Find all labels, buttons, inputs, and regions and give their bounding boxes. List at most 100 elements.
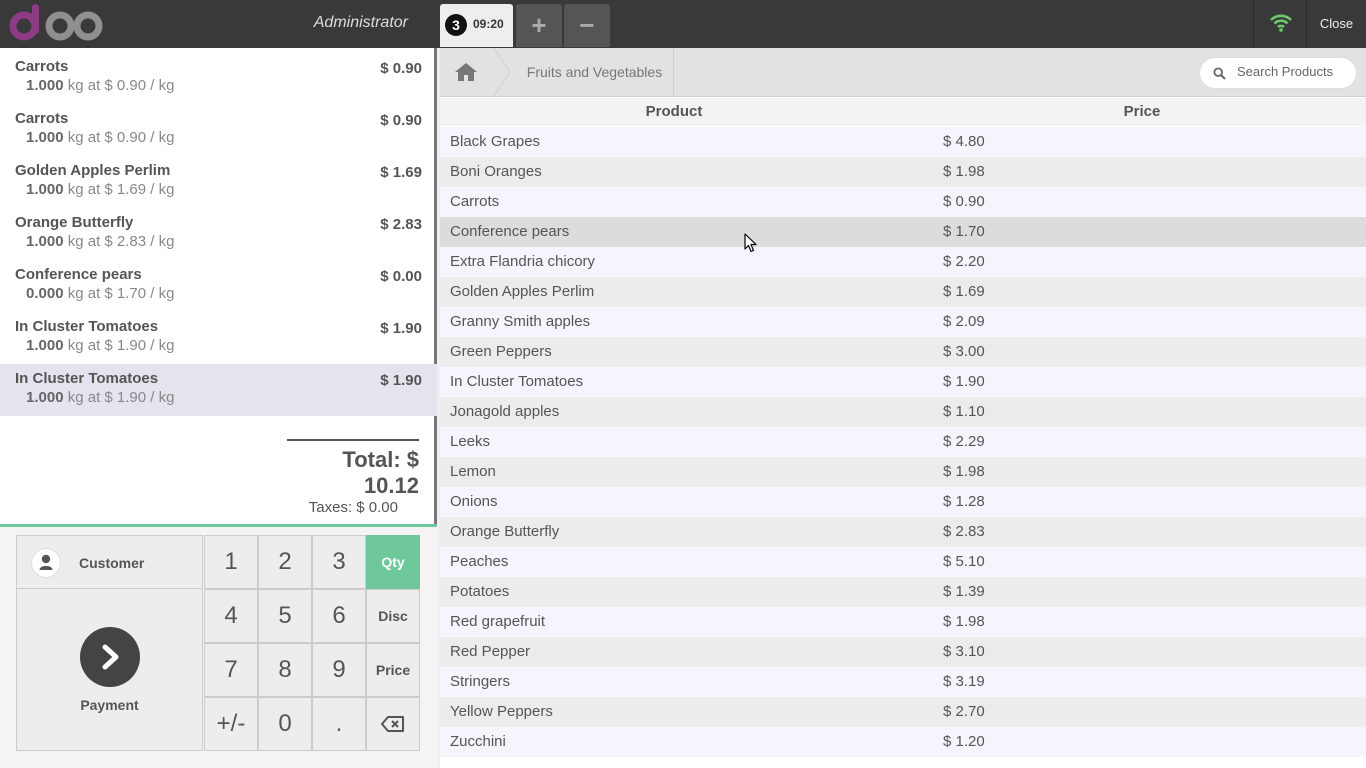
product-price: $ 1.20 [943, 733, 985, 750]
product-row[interactable]: Carrots $ 0.90 [440, 187, 1366, 217]
order-taxes: Taxes: $ 0.00 [308, 499, 398, 516]
order-time: 09:20 [473, 17, 504, 31]
numpad-key-0[interactable]: 0 [258, 697, 312, 751]
orderline[interactable]: Golden Apples Perlim $ 1.69 1.000 kg at … [0, 156, 437, 208]
numpad-key-7[interactable]: 7 [204, 643, 258, 697]
orderline-product-name: In Cluster Tomatoes [15, 318, 159, 335]
orderline-qty: 1.000 [26, 129, 64, 146]
order-pane: Carrots $ 0.90 1.000 kg at $ 0.90 / kg C… [0, 48, 437, 768]
product-name: Golden Apples Perlim [450, 283, 595, 300]
connection-status[interactable] [1253, 0, 1307, 48]
product-row[interactable]: Zucchini $ 1.20 [440, 727, 1366, 757]
product-row[interactable]: Stringers $ 3.19 [440, 667, 1366, 697]
payment-button[interactable]: Payment [16, 589, 203, 751]
product-row[interactable]: Golden Apples Perlim $ 1.69 [440, 277, 1366, 307]
home-icon [455, 63, 477, 81]
product-price: $ 3.19 [943, 673, 985, 690]
product-name: Zucchini [450, 733, 506, 750]
breadcrumb-separator [493, 48, 511, 96]
product-row[interactable]: Lemon $ 1.98 [440, 457, 1366, 487]
numpad-key-6[interactable]: 6 [312, 589, 366, 643]
orderline[interactable]: In Cluster Tomatoes $ 1.90 1.000 kg at $… [0, 312, 437, 364]
orderline-qty: 1.000 [26, 233, 64, 250]
product-row[interactable]: Yellow Peppers $ 2.70 [440, 697, 1366, 727]
product-name: Red grapefruit [450, 613, 546, 630]
customer-button[interactable]: Customer [16, 535, 203, 589]
numpad-key-2[interactable]: 2 [258, 535, 312, 589]
mode-price-button[interactable]: Price [366, 643, 420, 697]
orderline[interactable]: Conference pears $ 0.00 0.000 kg at $ 1.… [0, 260, 437, 312]
product-table-header: Product Price [440, 98, 1366, 126]
orderline-price: $ 0.90 [380, 60, 422, 77]
orderline-info: 1.000 kg at $ 0.90 / kg [26, 77, 422, 94]
breadcrumb-category[interactable]: Fruits and Vegetables [516, 48, 674, 96]
numpad-key-1[interactable]: 1 [204, 535, 258, 589]
mode-disc-button[interactable]: Disc [366, 589, 420, 643]
orderline-qty: 1.000 [26, 181, 64, 198]
product-price: $ 4.80 [943, 133, 985, 150]
product-row[interactable]: Potatoes $ 1.39 [440, 577, 1366, 607]
mouse-cursor-icon [744, 233, 757, 253]
orderline-qty: 1.000 [26, 389, 64, 406]
payment-circle [80, 627, 140, 687]
numpad-key-8[interactable]: 8 [258, 643, 312, 697]
product-price: $ 3.00 [943, 343, 985, 360]
product-price: $ 1.28 [943, 493, 985, 510]
order-summary: Total: $ 10.12 Taxes: $ 0.00 [287, 439, 419, 516]
numpad-key-9[interactable]: 9 [312, 643, 366, 697]
remove-order-button[interactable]: − [564, 4, 610, 47]
order-total: Total: $ 10.12 [342, 447, 419, 498]
product-row[interactable]: Granny Smith apples $ 2.09 [440, 307, 1366, 337]
product-price: $ 1.98 [943, 613, 985, 630]
product-row[interactable]: Red grapefruit $ 1.98 [440, 607, 1366, 637]
product-row[interactable]: Green Peppers $ 3.00 [440, 337, 1366, 367]
numpad-key-3[interactable]: 3 [312, 535, 366, 589]
control-pad: Customer Payment 1 2 3 Qty 4 5 6 Disc 7 … [0, 524, 437, 768]
product-row[interactable]: Black Grapes $ 4.80 [440, 127, 1366, 157]
add-order-button[interactable]: + [516, 4, 562, 47]
product-row[interactable]: Jonagold apples $ 1.10 [440, 397, 1366, 427]
orderline-info: 1.000 kg at $ 0.90 / kg [26, 129, 422, 146]
product-name: Black Grapes [450, 133, 541, 150]
product-row-hovered[interactable]: Conference pears $ 1.70 [440, 217, 1366, 247]
product-row[interactable]: Onions $ 1.28 [440, 487, 1366, 517]
orderline-price: $ 0.90 [380, 112, 422, 129]
product-name: Lemon [450, 463, 496, 480]
product-price: $ 5.10 [943, 553, 985, 570]
product-price: $ 1.98 [943, 163, 985, 180]
product-row[interactable]: Orange Butterfly $ 2.83 [440, 517, 1366, 547]
product-row[interactable]: Red Pepper $ 3.10 [440, 637, 1366, 667]
numpad-key-dot[interactable]: . [312, 697, 366, 751]
cashier-name[interactable]: Administrator [0, 14, 420, 32]
breadcrumb-home[interactable] [440, 48, 492, 96]
search-box[interactable] [1199, 57, 1357, 89]
product-row[interactable]: In Cluster Tomatoes $ 1.90 [440, 367, 1366, 397]
product-row[interactable]: Peaches $ 5.10 [440, 547, 1366, 577]
order-tab[interactable]: 3 09:20 [440, 4, 513, 47]
numpad-key-5[interactable]: 5 [258, 589, 312, 643]
product-name: Conference pears [450, 223, 570, 240]
orderline-selected[interactable]: In Cluster Tomatoes $ 1.90 1.000 kg at $… [0, 364, 437, 416]
orderline[interactable]: Carrots $ 0.90 1.000 kg at $ 0.90 / kg [0, 52, 437, 104]
orderline-qty: 1.000 [26, 77, 64, 94]
orderline[interactable]: Carrots $ 0.90 1.000 kg at $ 0.90 / kg [0, 104, 437, 156]
column-header-price: Price [1123, 103, 1161, 120]
orderline[interactable]: Orange Butterfly $ 2.83 1.000 kg at $ 2.… [0, 208, 437, 260]
numpad-key-4[interactable]: 4 [204, 589, 258, 643]
orderline-price: $ 1.69 [380, 164, 422, 181]
product-row[interactable]: Leeks $ 2.29 [440, 427, 1366, 457]
orderline-price: $ 0.00 [380, 268, 422, 285]
numpad-backspace-button[interactable] [366, 697, 420, 751]
mode-qty-button[interactable]: Qty [366, 535, 420, 589]
orderline-unit-info: kg at $ 2.83 / kg [63, 233, 175, 250]
product-row[interactable]: Boni Oranges $ 1.98 [440, 157, 1366, 187]
orderline-product-name: Conference pears [15, 266, 142, 283]
search-input[interactable] [1237, 64, 1349, 79]
orderline-info: 1.000 kg at $ 1.69 / kg [26, 181, 422, 198]
product-price: $ 1.69 [943, 283, 985, 300]
payment-label: Payment [80, 697, 139, 713]
product-price: $ 1.90 [943, 373, 985, 390]
close-button[interactable]: Close [1307, 16, 1366, 31]
numpad-key-plus-minus[interactable]: +/- [204, 697, 258, 751]
product-row[interactable]: Extra Flandria chicory $ 2.20 [440, 247, 1366, 277]
